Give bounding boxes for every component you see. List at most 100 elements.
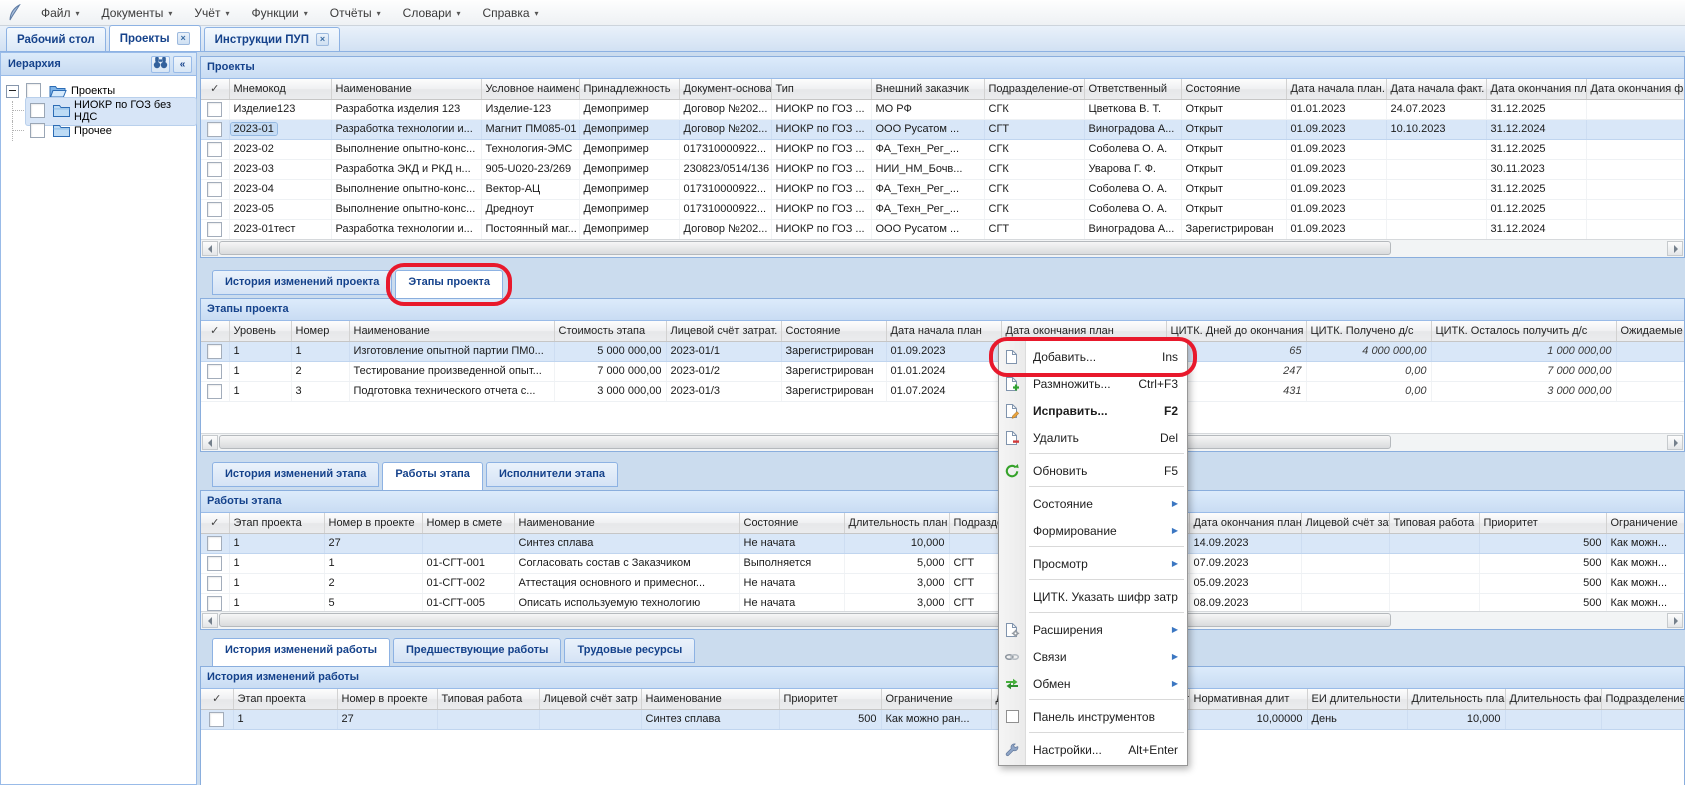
row-checkbox[interactable] (207, 364, 222, 379)
row-checkbox[interactable] (207, 162, 222, 177)
cell[interactable]: Соболева О. А. (1084, 139, 1181, 159)
menu-item-relations[interactable]: Связи▶ (999, 643, 1187, 670)
cell[interactable]: Зарегистрирован (781, 341, 886, 361)
cell[interactable] (1386, 199, 1486, 219)
cell[interactable]: 905-U020-23/269 (481, 159, 579, 179)
column-header[interactable]: Условное наименова (481, 79, 579, 99)
tree-checkbox[interactable] (30, 103, 45, 118)
cell[interactable]: 2023-01тест (229, 219, 331, 239)
cell[interactable]: СГТ (949, 573, 999, 593)
row-select-cell[interactable] (201, 341, 229, 361)
menu-item-edit[interactable]: Исправить...F2 (999, 397, 1187, 424)
cell[interactable] (1586, 119, 1684, 139)
column-header[interactable]: Номер в проекте (337, 689, 437, 709)
table-row[interactable]: 2023-02Выполнение опытно-конс...Технолог… (201, 139, 1684, 159)
cell[interactable]: 017310000922... (679, 139, 771, 159)
cell[interactable]: МО РФ (871, 99, 984, 119)
cell[interactable]: Открыт (1181, 119, 1286, 139)
cell[interactable]: Демопример (579, 119, 679, 139)
cell[interactable]: 2023-05 (229, 199, 331, 219)
cell[interactable]: Выполняется (739, 553, 844, 573)
column-header[interactable]: Лицевой счёт затр (539, 689, 641, 709)
cell[interactable]: 0,00 (1306, 381, 1431, 401)
cell[interactable]: НИОКР по ГОЗ ... (771, 219, 871, 239)
cell[interactable]: 1 (229, 553, 324, 573)
scroll-thumb[interactable] (219, 613, 1391, 627)
cell[interactable] (1616, 361, 1684, 381)
cell[interactable]: Согласовать состав с Заказчиком (514, 553, 739, 573)
menu-item-exchange[interactable]: Обмен▶ (999, 670, 1187, 697)
row-select-cell[interactable] (201, 199, 229, 219)
cell[interactable] (1586, 179, 1684, 199)
cell[interactable]: Открыт (1181, 199, 1286, 219)
scroll-left-button[interactable] (202, 241, 218, 256)
cell[interactable] (1616, 341, 1684, 361)
cell[interactable]: ФА_Техн_Рег_... (871, 139, 984, 159)
column-header[interactable]: Номер в проекте (324, 513, 422, 533)
cell[interactable] (1301, 553, 1389, 573)
cell[interactable]: Выполнение опытно-конс... (331, 199, 481, 219)
cell[interactable]: 2023-03 (229, 159, 331, 179)
cell[interactable]: Открыт (1181, 139, 1286, 159)
cell[interactable] (1389, 553, 1479, 573)
cell[interactable]: 01.09.2023 (1286, 159, 1386, 179)
cell[interactable] (1301, 573, 1389, 593)
table-row[interactable]: 2023-01тестРазработка технологии и...Пос… (201, 219, 1684, 239)
cell[interactable]: СГК (984, 179, 1084, 199)
cell[interactable]: Изделие123 (229, 99, 331, 119)
column-header[interactable]: Ограничение (1606, 513, 1684, 533)
cell[interactable]: 27 (324, 533, 422, 553)
row-select-cell[interactable] (201, 709, 233, 729)
cell[interactable] (437, 709, 539, 729)
cell[interactable] (1586, 219, 1684, 239)
horizontal-scrollbar[interactable] (201, 433, 1684, 451)
column-header[interactable]: Номер (291, 321, 349, 341)
table-row[interactable]: 11Изготовление опытной партии ПМ0...5 00… (201, 341, 1684, 361)
tab-stage-works[interactable]: Работы этапа (382, 462, 483, 490)
column-header[interactable]: ЦИТК. Получено д/с (1306, 321, 1431, 341)
row-checkbox[interactable] (207, 344, 222, 359)
cell[interactable]: НИОКР по ГОЗ ... (771, 139, 871, 159)
cell[interactable]: 31.12.2024 (1486, 119, 1586, 139)
table-row[interactable]: 2023-04Выполнение опытно-конс...Вектор-А… (201, 179, 1684, 199)
cell[interactable] (1586, 199, 1684, 219)
row-select-cell[interactable] (201, 381, 229, 401)
tab-stage-history[interactable]: История изменений этапа (212, 462, 379, 487)
cell[interactable]: Разработка технологии и... (331, 219, 481, 239)
cell[interactable]: Не начата (739, 593, 844, 613)
cell[interactable]: Открыт (1181, 159, 1286, 179)
cell[interactable] (1386, 219, 1486, 239)
column-header[interactable]: Уровень (229, 321, 291, 341)
cell[interactable]: 31.12.2025 (1486, 179, 1586, 199)
cell[interactable]: Как можн... (1606, 533, 1684, 553)
cell[interactable]: 500 (1479, 553, 1606, 573)
cell[interactable]: 5 (324, 593, 422, 613)
cell[interactable]: 500 (779, 709, 881, 729)
cell[interactable]: Подготовка технического отчета с... (349, 381, 554, 401)
column-header[interactable]: Мнемокод (229, 79, 331, 99)
cell[interactable] (1586, 159, 1684, 179)
cell[interactable]: День (1307, 709, 1407, 729)
cell[interactable]: 2023-01/1 (666, 341, 781, 361)
cell[interactable]: Открыт (1181, 99, 1286, 119)
cell[interactable]: 500 (1479, 573, 1606, 593)
table-row[interactable]: 12Тестирование произведенной опыт...7 00… (201, 361, 1684, 381)
cell[interactable]: Как можн... (1606, 593, 1684, 613)
cell[interactable]: 1 (291, 341, 349, 361)
column-header[interactable]: Длительность фак (1505, 689, 1601, 709)
column-header[interactable]: Тип (771, 79, 871, 99)
scroll-left-button[interactable] (202, 613, 218, 628)
menu-item-add[interactable]: Добавить...Ins (999, 343, 1187, 370)
column-header[interactable]: Дата начала план. (1286, 79, 1386, 99)
cell[interactable]: Демопример (579, 219, 679, 239)
column-header[interactable]: Принадлежность (579, 79, 679, 99)
column-header[interactable]: Состояние (781, 321, 886, 341)
collapse-expander-icon[interactable] (6, 85, 19, 98)
cell[interactable] (1301, 593, 1389, 613)
column-header[interactable]: Документ-основан (679, 79, 771, 99)
cell[interactable]: 31.12.2024 (1486, 219, 1586, 239)
cell[interactable]: 1 (229, 381, 291, 401)
column-header[interactable]: Ответственный (1084, 79, 1181, 99)
cell[interactable]: Уварова Г. Ф. (1084, 159, 1181, 179)
column-header[interactable]: Типовая работа (437, 689, 539, 709)
